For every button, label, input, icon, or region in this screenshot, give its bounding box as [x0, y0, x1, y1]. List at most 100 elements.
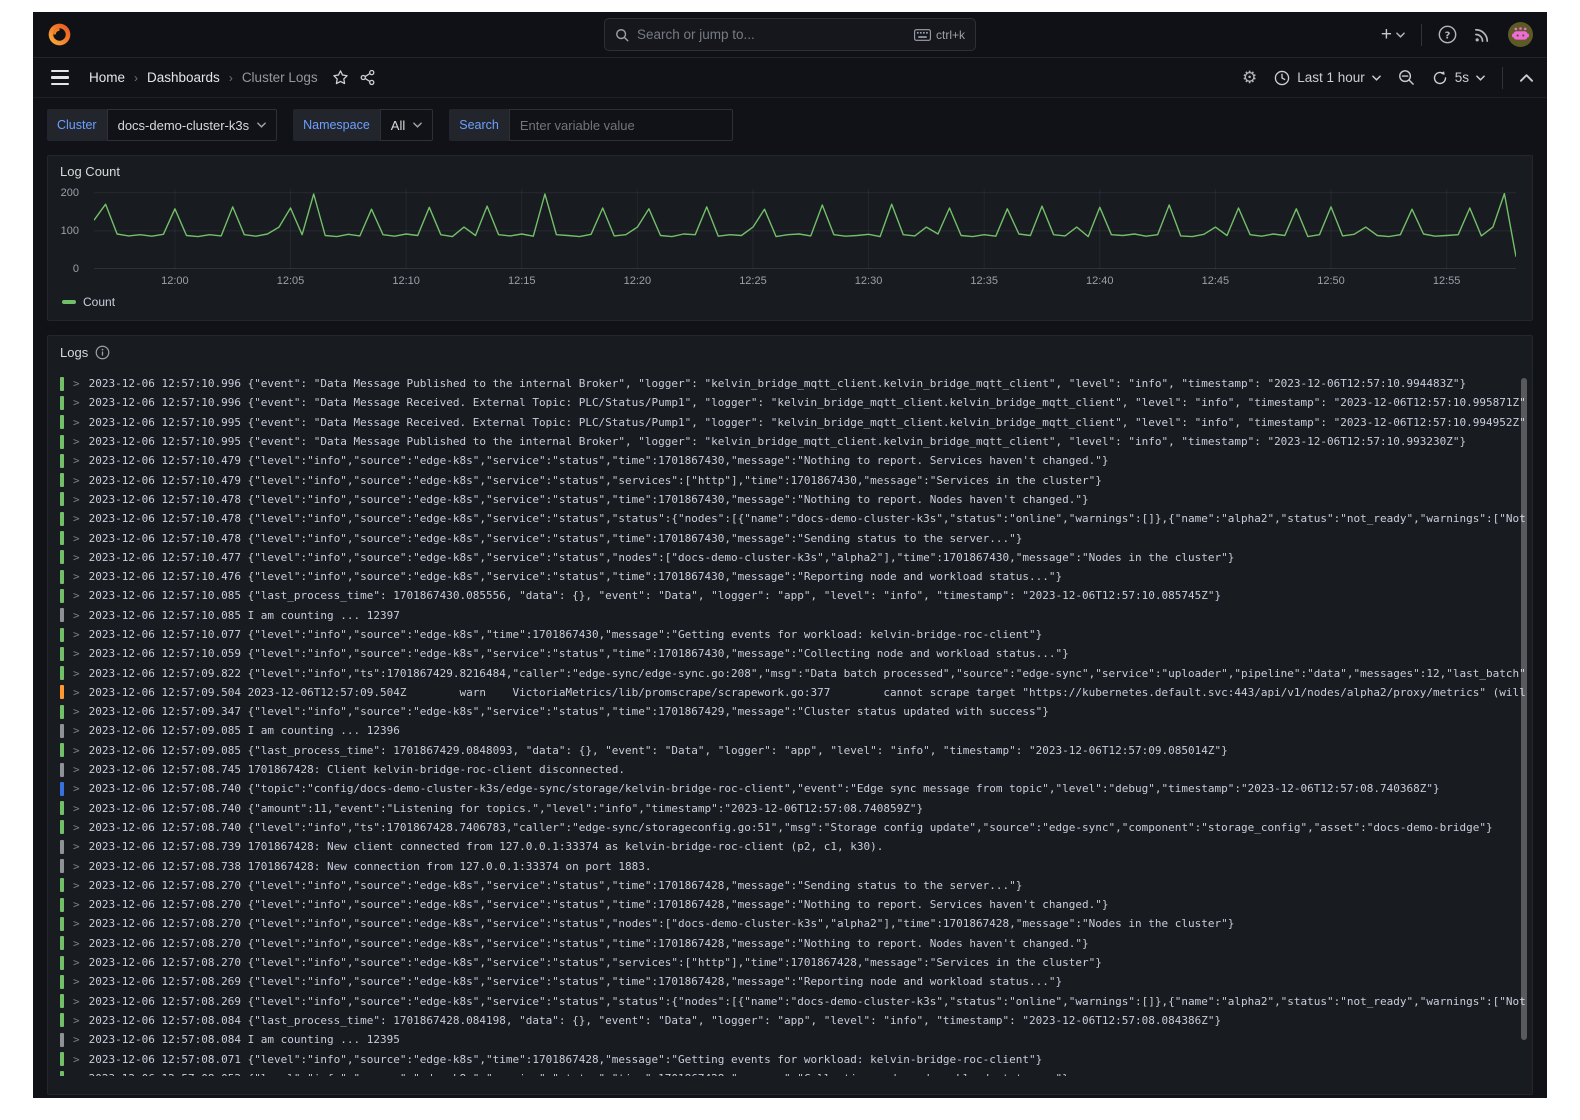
expand-chevron-icon[interactable]: > [73, 860, 80, 873]
log-row[interactable]: > 2023-12-06 12:57:08.084 I am counting … [60, 1030, 1526, 1049]
expand-chevron-icon[interactable]: > [73, 1033, 80, 1046]
expand-chevron-icon[interactable]: > [73, 802, 80, 815]
logs-scrollbar[interactable] [1521, 378, 1527, 1040]
log-row[interactable]: > 2023-12-06 12:57:08.269 {"level":"info… [60, 992, 1526, 1011]
news-icon[interactable] [1473, 25, 1492, 44]
log-row[interactable]: > 2023-12-06 12:57:10.478 {"level":"info… [60, 490, 1526, 509]
expand-chevron-icon[interactable]: > [73, 937, 80, 950]
log-row[interactable]: > 2023-12-06 12:57:10.477 {"level":"info… [60, 548, 1526, 567]
expand-chevron-icon[interactable]: > [73, 589, 80, 602]
zoom-out-icon[interactable] [1398, 69, 1415, 86]
log-row[interactable]: > 2023-12-06 12:57:08.740 {"amount":11,"… [60, 799, 1526, 818]
log-row[interactable]: > 2023-12-06 12:57:08.740 {"level":"info… [60, 818, 1526, 837]
expand-chevron-icon[interactable]: > [73, 396, 80, 409]
expand-chevron-icon[interactable]: > [73, 744, 80, 757]
expand-chevron-icon[interactable]: > [73, 377, 80, 390]
expand-chevron-icon[interactable]: > [73, 551, 80, 564]
expand-chevron-icon[interactable]: > [73, 821, 80, 834]
log-row[interactable]: > 2023-12-06 12:57:08.270 {"level":"info… [60, 953, 1526, 972]
favorite-star-icon[interactable] [332, 69, 349, 86]
log-row[interactable]: > 2023-12-06 12:57:09.822 {"level":"info… [60, 663, 1526, 682]
expand-chevron-icon[interactable]: > [73, 879, 80, 892]
expand-chevron-icon[interactable]: > [73, 705, 80, 718]
expand-chevron-icon[interactable]: > [73, 647, 80, 660]
log-row[interactable]: > 2023-12-06 12:57:08.270 {"level":"info… [60, 876, 1526, 895]
expand-chevron-icon[interactable]: > [73, 975, 80, 988]
expand-chevron-icon[interactable]: > [73, 667, 80, 680]
log-row[interactable]: > 2023-12-06 12:57:10.995 {"event": "Dat… [60, 413, 1526, 432]
log-row[interactable]: > 2023-12-06 12:57:10.476 {"level":"info… [60, 567, 1526, 586]
expand-chevron-icon[interactable]: > [73, 686, 80, 699]
search-input[interactable]: Search or jump to... ctrl+k [604, 18, 976, 51]
expand-chevron-icon[interactable]: > [73, 840, 80, 853]
log-row[interactable]: > 2023-12-06 12:57:08.084 {"last_process… [60, 1011, 1526, 1030]
log-row[interactable]: > 2023-12-06 12:57:10.995 {"event": "Dat… [60, 432, 1526, 451]
log-row[interactable]: > 2023-12-06 12:57:10.996 {"event": "Dat… [60, 374, 1526, 393]
log-row[interactable]: > 2023-12-06 12:57:08.270 {"level":"info… [60, 914, 1526, 933]
time-range-picker[interactable]: Last 1 hour [1274, 70, 1381, 86]
expand-chevron-icon[interactable]: > [73, 917, 80, 930]
expand-chevron-icon[interactable]: > [73, 724, 80, 737]
log-row[interactable]: > 2023-12-06 12:57:10.077 {"level":"info… [60, 625, 1526, 644]
expand-chevron-icon[interactable]: > [73, 474, 80, 487]
log-line-text: 2023-12-06 12:57:10.085 {"last_process_t… [89, 589, 1221, 602]
log-row[interactable]: > 2023-12-06 12:57:10.996 {"event": "Dat… [60, 393, 1526, 412]
log-level-bar [60, 454, 64, 468]
expand-chevron-icon[interactable]: > [73, 493, 80, 506]
expand-chevron-icon[interactable]: > [73, 454, 80, 467]
expand-chevron-icon[interactable]: > [73, 1053, 80, 1066]
log-row[interactable]: > 2023-12-06 12:57:08.739 1701867428: Ne… [60, 837, 1526, 856]
log-row[interactable]: > 2023-12-06 12:57:09.085 I am counting … [60, 721, 1526, 740]
log-row[interactable]: > 2023-12-06 12:57:08.269 {"level":"info… [60, 972, 1526, 991]
expand-chevron-icon[interactable]: > [73, 1014, 80, 1027]
expand-chevron-icon[interactable]: > [73, 782, 80, 795]
log-row[interactable]: > 2023-12-06 12:57:08.738 1701867428: Ne… [60, 856, 1526, 875]
log-row[interactable]: > 2023-12-06 12:57:10.085 {"last_process… [60, 586, 1526, 605]
new-menu-button[interactable]: + [1381, 25, 1405, 44]
log-row[interactable]: > 2023-12-06 12:57:10.478 {"level":"info… [60, 528, 1526, 547]
log-row[interactable]: > 2023-12-06 12:57:09.347 {"level":"info… [60, 702, 1526, 721]
collapse-up-icon[interactable] [1520, 74, 1533, 82]
expand-chevron-icon[interactable]: > [73, 512, 80, 525]
log-row[interactable]: > 2023-12-06 12:57:09.504 2023-12-06T12:… [60, 683, 1526, 702]
expand-chevron-icon[interactable]: > [73, 763, 80, 776]
user-avatar[interactable] [1508, 22, 1533, 47]
variable-cluster-select[interactable]: docs-demo-cluster-k3s [107, 109, 278, 141]
log-row[interactable]: > 2023-12-06 12:57:08.740 {"topic":"conf… [60, 779, 1526, 798]
log-row[interactable]: > 2023-12-06 12:57:09.085 {"last_process… [60, 741, 1526, 760]
log-row[interactable]: > 2023-12-06 12:57:10.085 I am counting … [60, 606, 1526, 625]
expand-chevron-icon[interactable]: > [73, 609, 80, 622]
expand-chevron-icon[interactable]: > [73, 435, 80, 448]
expand-chevron-icon[interactable]: > [73, 956, 80, 969]
log-row[interactable]: > 2023-12-06 12:57:08.052 {"level":"info… [60, 1069, 1526, 1076]
expand-chevron-icon[interactable]: > [73, 532, 80, 545]
expand-chevron-icon[interactable]: > [73, 898, 80, 911]
log-row[interactable]: > 2023-12-06 12:57:08.745 1701867428: Cl… [60, 760, 1526, 779]
expand-chevron-icon[interactable]: > [73, 995, 80, 1008]
info-icon[interactable] [95, 345, 110, 360]
log-row[interactable]: > 2023-12-06 12:57:08.270 {"level":"info… [60, 934, 1526, 953]
menu-icon[interactable] [47, 66, 73, 90]
variable-namespace-select[interactable]: All [380, 109, 433, 141]
variable-search-input[interactable] [509, 109, 733, 141]
expand-chevron-icon[interactable]: > [73, 570, 80, 583]
expand-chevron-icon[interactable]: > [73, 416, 80, 429]
settings-gear-icon[interactable]: ⚙ [1242, 68, 1257, 88]
log-row[interactable]: > 2023-12-06 12:57:10.479 {"level":"info… [60, 451, 1526, 470]
log-row[interactable]: > 2023-12-06 12:57:08.071 {"level":"info… [60, 1049, 1526, 1068]
grafana-logo[interactable] [47, 22, 72, 47]
log-line-text: 2023-12-06 12:57:08.270 {"level":"info",… [89, 879, 1023, 892]
breadcrumb-home[interactable]: Home [89, 70, 125, 85]
expand-chevron-icon[interactable]: > [73, 628, 80, 641]
breadcrumb-dashboards[interactable]: Dashboards [147, 70, 220, 85]
log-row[interactable]: > 2023-12-06 12:57:10.479 {"level":"info… [60, 470, 1526, 489]
expand-chevron-icon[interactable]: > [73, 1072, 80, 1076]
refresh-picker[interactable]: 5s [1432, 70, 1485, 86]
log-row[interactable]: > 2023-12-06 12:57:08.270 {"level":"info… [60, 895, 1526, 914]
log-line-text: 2023-12-06 12:57:10.085 I am counting ..… [89, 609, 400, 622]
legend-item-count[interactable]: Count [48, 293, 115, 309]
share-icon[interactable] [359, 69, 376, 86]
help-icon[interactable]: ? [1438, 25, 1457, 44]
log-row[interactable]: > 2023-12-06 12:57:10.059 {"level":"info… [60, 644, 1526, 663]
log-row[interactable]: > 2023-12-06 12:57:10.478 {"level":"info… [60, 509, 1526, 528]
